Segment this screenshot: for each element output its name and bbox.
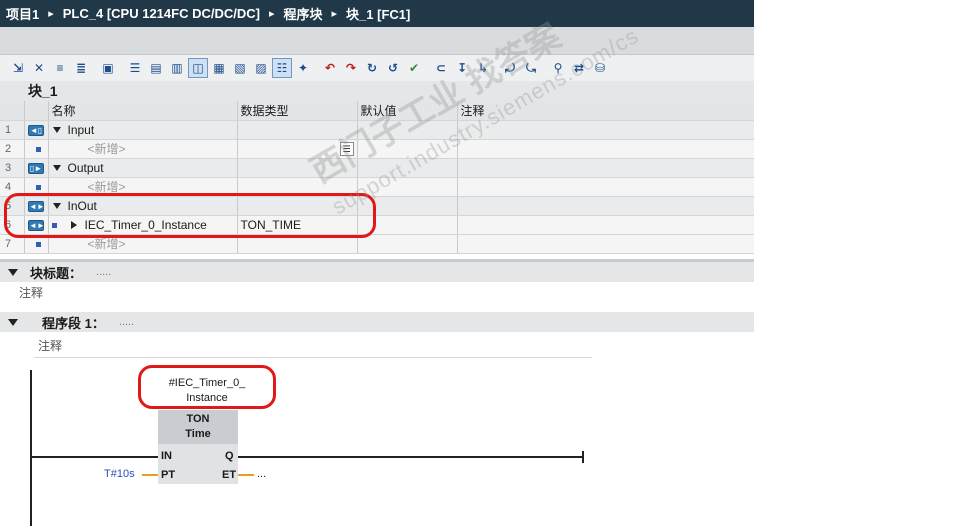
- interface-header-row: 名称 数据类型 默认值 注释: [0, 101, 754, 121]
- ladder-wire-right: [238, 456, 583, 458]
- ton-timer-box[interactable]: TON Time IN PT Q ET: [158, 410, 238, 484]
- call-icon[interactable]: ✦: [293, 58, 313, 78]
- tia-portal-editor: 项目1 ▸ PLC_4 [CPU 1214FC DC/DC/DC] ▸ 程序块 …: [0, 0, 754, 526]
- row-number: 1: [0, 120, 25, 140]
- delete-network-icon[interactable]: ≣: [71, 58, 91, 78]
- breadcrumb-block[interactable]: 块_1 [FC1]: [346, 4, 410, 23]
- row-bullet-icon: [35, 184, 41, 190]
- collapse-icon[interactable]: [52, 165, 61, 172]
- open-all-networks-icon[interactable]: ☰: [125, 58, 145, 78]
- interface-section-icon: ▯►: [28, 162, 44, 174]
- network-comment[interactable]: 注释: [34, 336, 592, 358]
- monitor-icon[interactable]: ↷: [341, 58, 361, 78]
- row-bullet-icon: [35, 241, 41, 247]
- block-comment[interactable]: 注释: [19, 284, 43, 301]
- annotation-highlight-inout: [4, 193, 376, 238]
- network-header[interactable]: 程序段 1： .....: [0, 312, 754, 332]
- insert-network-icon[interactable]: ≡: [50, 58, 70, 78]
- pt-wire: [142, 474, 158, 476]
- first-error-icon[interactable]: ⤾: [500, 58, 520, 78]
- section-name: Output: [67, 160, 104, 175]
- modify-icon[interactable]: ↺: [383, 58, 403, 78]
- power-rail: [30, 370, 32, 526]
- breadcrumb-separator: ▸: [48, 8, 54, 20]
- download-icon[interactable]: ⛁: [590, 58, 610, 78]
- network-title-value[interactable]: .....: [119, 316, 134, 328]
- pin-pt: PT: [161, 469, 176, 481]
- network-label: 程序段 1：: [42, 315, 105, 331]
- tag-info-icon[interactable]: ▨: [251, 58, 271, 78]
- column-header-datatype[interactable]: 数据类型: [237, 101, 358, 121]
- block-title-value[interactable]: .....: [96, 266, 111, 278]
- table-row[interactable]: 2 <新增> ☰: [0, 138, 754, 159]
- pin-q: Q: [225, 450, 234, 462]
- column-header-comment[interactable]: 注释: [457, 101, 754, 121]
- block-name-header: 块_1: [0, 81, 754, 101]
- section-name: Input: [67, 122, 95, 137]
- add-new-placeholder[interactable]: <新增>: [52, 180, 126, 194]
- collapse-icon[interactable]: [8, 318, 18, 326]
- interface-section-icon: ◄▯: [28, 124, 44, 136]
- show-comments-icon[interactable]: ▥: [167, 58, 187, 78]
- box-type: TON: [186, 413, 210, 425]
- pin-in: IN: [161, 450, 172, 462]
- step-icon[interactable]: ↧: [452, 58, 472, 78]
- table-row[interactable]: 3 ▯► Output: [0, 158, 754, 178]
- force-icon[interactable]: ↻: [362, 58, 382, 78]
- pt-operand[interactable]: T#10s: [104, 468, 135, 480]
- row-number: 2: [0, 139, 25, 159]
- editor-toolbar: ⇲ ✕ ≡ ≣ ▣ ☰ ▤ ▥ ◫ ▦ ▧ ▨ ☷ ✦ ↶ ↷ ↻ ↺ ✔ ⊂ …: [0, 55, 754, 81]
- row-bullet-icon: [35, 146, 41, 152]
- ladder-wire-left: [31, 456, 158, 458]
- breadcrumb-separator: ▸: [268, 8, 275, 20]
- add-new-placeholder[interactable]: <新增>: [52, 237, 126, 251]
- crossref-icon[interactable]: ⇄: [569, 58, 589, 78]
- ladder-wire-end: [582, 451, 584, 463]
- compare-icon[interactable]: ↶: [320, 58, 340, 78]
- box-subtype[interactable]: Time: [158, 427, 238, 442]
- datatype-dropdown-icon[interactable]: ☰: [339, 142, 354, 156]
- breadcrumb-program-blocks[interactable]: 程序块: [284, 4, 323, 23]
- column-header-default[interactable]: 默认值: [357, 101, 458, 121]
- absolute-operands-icon[interactable]: ▦: [209, 58, 229, 78]
- breadcrumb-project[interactable]: 项目1: [6, 4, 39, 23]
- pin-et: ET: [222, 469, 237, 481]
- editor-tab-strip: [0, 27, 754, 55]
- breadcrumb-plc[interactable]: PLC_4 [CPU 1214FC DC/DC/DC]: [63, 6, 260, 21]
- table-row[interactable]: 1 ◄▯ Input: [0, 120, 754, 140]
- column-header-name[interactable]: 名称: [48, 101, 238, 121]
- row-number: 3: [0, 158, 25, 178]
- breadcrumb-separator: ▸: [331, 8, 338, 20]
- insert-row-icon[interactable]: ⇲: [8, 58, 28, 78]
- step-out-icon[interactable]: ↳: [473, 58, 493, 78]
- et-operand[interactable]: ...: [257, 468, 266, 480]
- goto-icon[interactable]: ▣: [98, 58, 118, 78]
- next-error-icon[interactable]: ⤿: [521, 58, 541, 78]
- breadcrumb: 项目1 ▸ PLC_4 [CPU 1214FC DC/DC/DC] ▸ 程序块 …: [0, 0, 754, 27]
- collapse-icon[interactable]: [8, 268, 18, 276]
- breakpoint-icon[interactable]: ⊂: [431, 58, 451, 78]
- add-new-placeholder[interactable]: <新增>: [52, 142, 126, 156]
- delete-row-icon[interactable]: ✕: [29, 58, 49, 78]
- collapse-icon[interactable]: [52, 127, 61, 134]
- annotation-highlight-instance: [138, 365, 276, 409]
- et-wire: [238, 474, 254, 476]
- status-icon[interactable]: ✔: [404, 58, 424, 78]
- block-title-header[interactable]: 块标题： .....: [0, 262, 754, 282]
- symbolic-operands-icon[interactable]: ▧: [230, 58, 250, 78]
- network-comment-icon[interactable]: ☷: [272, 58, 292, 78]
- reference-icon[interactable]: ⚲: [548, 58, 568, 78]
- block-title-label: 块标题：: [30, 265, 83, 281]
- close-all-networks-icon[interactable]: ▤: [146, 58, 166, 78]
- favorites-icon[interactable]: ◫: [188, 58, 208, 78]
